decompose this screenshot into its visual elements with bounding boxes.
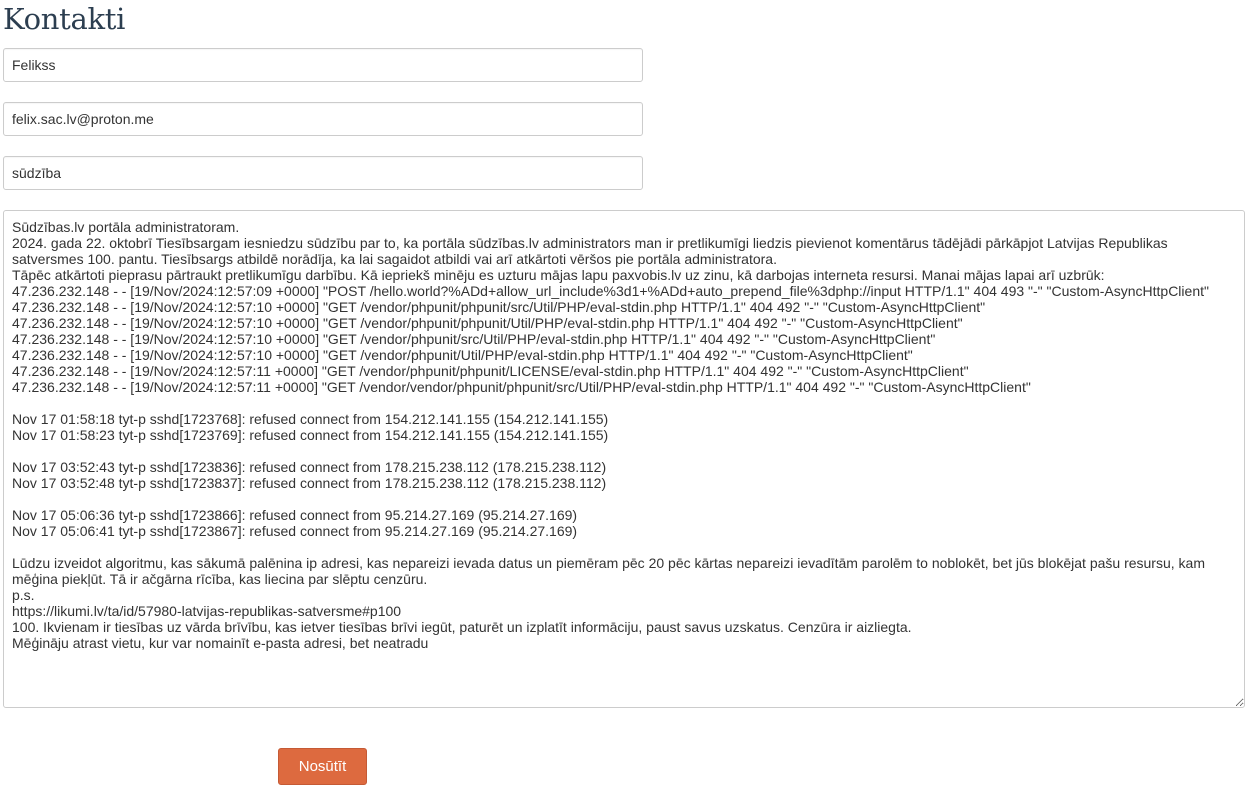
subject-field[interactable] (3, 156, 643, 190)
submit-button[interactable]: Nosūtīt (278, 748, 367, 785)
message-textarea[interactable]: Sūdzības.lv portāla administratoram. 202… (3, 210, 1245, 708)
email-field[interactable] (3, 102, 643, 136)
page-title: Kontakti (3, 2, 126, 36)
name-field[interactable] (3, 48, 643, 82)
